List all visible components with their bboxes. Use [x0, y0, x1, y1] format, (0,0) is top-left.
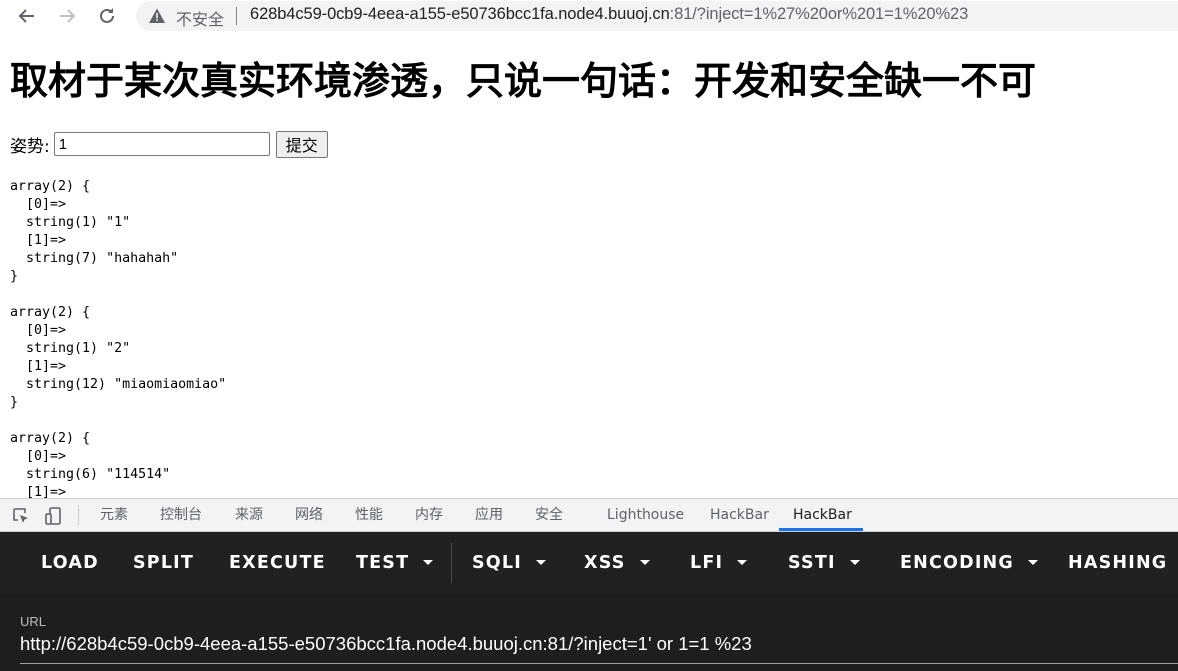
forward-button[interactable] [54, 3, 80, 29]
hackbar-xss-menu[interactable]: XSS [584, 532, 650, 593]
xss-label: XSS [584, 552, 626, 573]
chevron-down-icon [849, 560, 860, 565]
chevron-down-icon [639, 560, 650, 565]
hackbar-load-button[interactable]: LOAD [41, 532, 99, 593]
hackbar-encoding-menu[interactable]: ENCODING [900, 532, 1038, 593]
page-content: 取材于某次真实环境渗透，只说一句话：开发和安全缺一不可 姿势: 提交 array… [0, 38, 1178, 498]
tab-console[interactable]: 控制台 [160, 499, 202, 531]
address-bar[interactable]: 不安全 628b4c59-0cb9-4eea-a155-e50736bcc1fa… [136, 1, 1178, 31]
sqli-label: SQLI [472, 552, 522, 573]
hackbar-ssti-menu[interactable]: SSTI [788, 532, 860, 593]
inject-input[interactable] [53, 132, 270, 156]
tab-lighthouse[interactable]: Lighthouse [607, 499, 684, 531]
devtools-tab-strip: 元素 控制台 来源 网络 性能 内存 应用 安全 Lighthouse Hack… [0, 498, 1178, 532]
result-array-3: array(2) { [0]=> string(6) "114514" [1]=… [10, 431, 171, 498]
tab-security[interactable]: 安全 [535, 499, 563, 531]
hackbar-toolbar: LOAD SPLIT EXECUTE TEST SQLI XSS LFI SST… [0, 532, 1178, 593]
hackbar-execute-button[interactable]: EXECUTE [229, 532, 326, 593]
reload-button[interactable] [94, 3, 120, 29]
lfi-label: LFI [690, 552, 724, 573]
ssti-label: SSTI [788, 552, 836, 573]
forward-arrow-icon [60, 9, 76, 23]
url-field-underline [20, 663, 1178, 664]
url-host: 628b4c59-0cb9-4eea-a155-e50736bcc1fa.nod… [250, 5, 670, 23]
device-toolbar-icon[interactable] [44, 506, 64, 526]
submit-button[interactable]: 提交 [275, 130, 328, 158]
chevron-down-icon [535, 560, 546, 565]
url-field-label: URL [20, 614, 47, 629]
hackbar-sqli-menu[interactable]: SQLI [472, 532, 546, 593]
hackbar-lfi-menu[interactable]: LFI [690, 532, 748, 593]
chevron-down-icon [423, 560, 434, 565]
hackbar-split-button[interactable]: SPLIT [133, 532, 194, 593]
query-result-dump: array(2) { [0]=> string(1) "1" [1]=> str… [10, 178, 226, 498]
tab-network[interactable]: 网络 [295, 499, 323, 531]
devtools-separator [78, 505, 79, 525]
split-label: SPLIT [133, 552, 195, 573]
result-array-2: array(2) { [0]=> string(1) "2" [1]=> str… [10, 305, 227, 410]
hackbar-url-panel: URL http://628b4c59-0cb9-4eea-a155-e5073… [0, 593, 1178, 671]
tab-application[interactable]: 应用 [475, 499, 503, 531]
tab-sources[interactable]: 来源 [235, 499, 263, 531]
test-label: TEST [356, 552, 410, 573]
execute-label: EXECUTE [229, 552, 326, 573]
encoding-label: ENCODING [900, 552, 1014, 573]
load-label: LOAD [41, 552, 99, 573]
url-field[interactable]: http://628b4c59-0cb9-4eea-a155-e50736bcc… [20, 633, 752, 655]
result-array-1: array(2) { [0]=> string(1) "1" [1]=> str… [10, 179, 179, 284]
tab-hackbar[interactable]: HackBar [710, 499, 769, 531]
hackbar-divider [451, 543, 452, 583]
security-label[interactable]: 不安全 [176, 6, 224, 30]
browser-toolbar: 不安全 628b4c59-0cb9-4eea-a155-e50736bcc1fa… [0, 0, 1178, 32]
address-url[interactable]: 628b4c59-0cb9-4eea-a155-e50736bcc1fa.nod… [250, 5, 968, 24]
back-arrow-icon [18, 9, 34, 23]
reload-icon [100, 8, 114, 23]
hackbar-test-menu[interactable]: TEST [356, 532, 434, 593]
back-button[interactable] [14, 3, 40, 29]
tab-hackbar-active[interactable]: HackBar [793, 499, 852, 531]
tab-memory[interactable]: 内存 [415, 499, 443, 531]
inject-form: 姿势: 提交 [10, 130, 328, 158]
inject-label: 姿势: [10, 136, 50, 157]
url-path: :81/?inject=1%27%20or%201=1%20%23 [669, 5, 969, 23]
tab-performance[interactable]: 性能 [355, 499, 383, 531]
warning-triangle-icon [149, 8, 165, 23]
address-separator [236, 7, 237, 25]
chevron-down-icon [1027, 560, 1038, 565]
page-heading: 取材于某次真实环境渗透，只说一句话：开发和安全缺一不可 [10, 59, 1037, 103]
inspect-element-icon[interactable] [11, 506, 31, 526]
hashing-label: HASHING [1068, 552, 1168, 573]
active-tab-indicator [779, 528, 863, 531]
chevron-down-icon [737, 560, 748, 565]
hackbar-hashing-menu[interactable]: HASHING [1068, 532, 1178, 593]
tab-elements[interactable]: 元素 [100, 499, 128, 531]
